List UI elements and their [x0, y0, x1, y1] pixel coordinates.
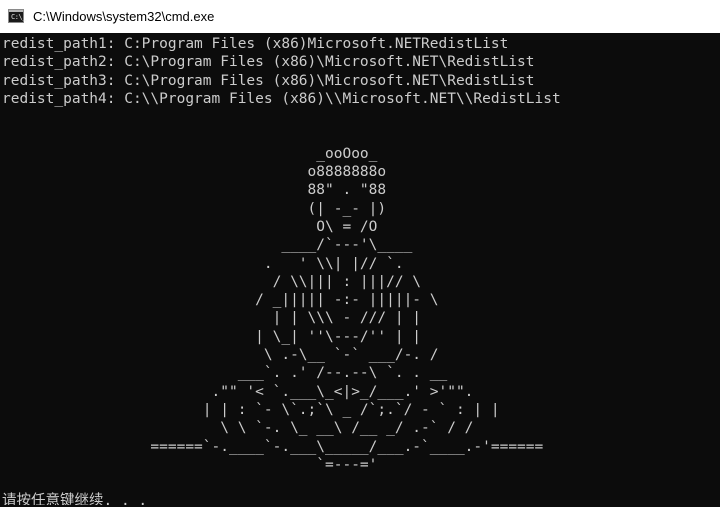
console-line: | | : `- \`.;`\ _ /`;.`/ - ` : | |: [2, 401, 500, 418]
console-line: / \\||| : |||// \: [2, 273, 422, 290]
console-line: \ \ `-. \_ __\ /__ _/ .-` / /: [2, 420, 474, 437]
console-line: ___`. .' /--.--\ `. . __: [2, 365, 448, 382]
cmd-icon[interactable]: C:\_: [8, 9, 26, 23]
console-line: _ooOoo_: [2, 145, 378, 162]
console-output[interactable]: redist_path1: C:Program Files (x86)Micro…: [2, 35, 718, 505]
console-line: o8888888o: [2, 164, 387, 181]
console-line: ____/`---'\____: [2, 237, 413, 254]
cmd-window: C:\_ C:\Windows\system32\cmd.exe redist_…: [0, 0, 720, 507]
console-line: | | \\\ - /// | |: [2, 310, 422, 327]
console-line: redist_path4: C:\\Program Files (x86)\\M…: [2, 90, 561, 107]
console-line: ."" '< `.___\_<|>_/___.' >'"".: [2, 383, 474, 400]
console-line: 88" . "88: [2, 182, 387, 199]
console-line: 请按任意键继续. . .: [2, 493, 148, 505]
console-line: redist_path3: C:\Program Files (x86)\Mic…: [2, 72, 535, 89]
console-line: `=---=': [2, 456, 378, 473]
console-line: redist_path2: C:\Program Files (x86)\Mic…: [2, 54, 535, 71]
cmd-icon-glyph: C:\_: [11, 13, 26, 21]
title-bar[interactable]: C:\_ C:\Windows\system32\cmd.exe: [0, 0, 720, 33]
console-line: (| -_- |): [2, 200, 387, 217]
window-title: C:\Windows\system32\cmd.exe: [33, 9, 215, 24]
console-line: redist_path1: C:Program Files (x86)Micro…: [2, 36, 509, 52]
console-line: ======`-.____`-.___\_____/___.-`____.-'=…: [2, 438, 544, 455]
console-line: | \_| ''\---/'' | |: [2, 328, 422, 345]
console-line: / _||||| -:- |||||- \: [2, 292, 439, 309]
console-line: . ' \\| |// `.: [2, 255, 404, 272]
console-line: O\ = /O: [2, 218, 378, 235]
console-line: \ .-\__ `-` ___/-. /: [2, 347, 439, 364]
